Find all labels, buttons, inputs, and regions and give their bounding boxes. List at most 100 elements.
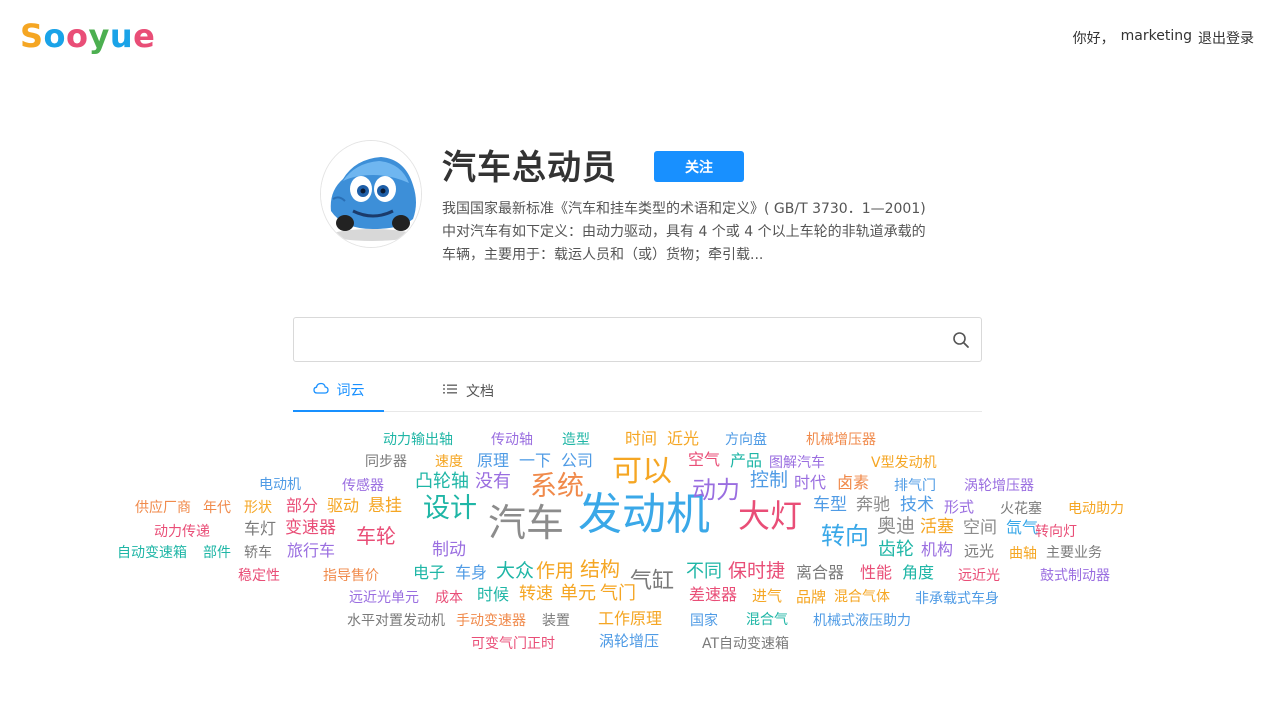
wordcloud-term[interactable]: 传动轴 (491, 433, 533, 447)
wordcloud-term[interactable]: 时候 (477, 587, 509, 603)
wordcloud-term[interactable]: 年代 (203, 501, 231, 515)
wordcloud-term[interactable]: 传感器 (342, 479, 384, 493)
wordcloud-term[interactable]: 轿车 (244, 546, 272, 560)
wordcloud-term[interactable]: 工作原理 (598, 611, 662, 627)
wordcloud-term[interactable]: 非承载式车身 (915, 592, 999, 606)
wordcloud-term[interactable]: 机械式液压助力 (813, 614, 911, 628)
wordcloud-term[interactable]: 活塞 (920, 519, 954, 536)
wordcloud-term[interactable]: 方向盘 (725, 433, 767, 447)
wordcloud-term[interactable]: 旅行车 (287, 543, 335, 559)
wordcloud-term[interactable]: 齿轮 (878, 541, 914, 559)
wordcloud-term[interactable]: 没有 (475, 473, 511, 491)
wordcloud-term[interactable]: 水平对置发动机 (347, 614, 445, 628)
wordcloud-term[interactable]: 公司 (561, 453, 593, 469)
wordcloud-term[interactable]: 单元 (560, 585, 596, 603)
wordcloud-term[interactable]: 涡轮增压 (599, 634, 659, 649)
wordcloud-term[interactable]: 性能 (860, 565, 892, 581)
wordcloud-term[interactable]: 排气门 (894, 479, 936, 493)
wordcloud-term[interactable]: 设计 (423, 495, 477, 522)
wordcloud-term[interactable]: 稳定性 (238, 569, 280, 583)
wordcloud-term[interactable]: 奥迪 (877, 517, 915, 536)
wordcloud-term[interactable]: 变速器 (285, 520, 336, 537)
wordcloud-term[interactable]: 技术 (900, 497, 934, 514)
wordcloud-term[interactable]: 作用 (536, 562, 574, 581)
wordcloud-term[interactable]: 角度 (902, 565, 934, 581)
wordcloud-term[interactable]: 气门 (600, 585, 636, 603)
wordcloud-term[interactable]: 悬挂 (368, 498, 402, 515)
wordcloud-term[interactable]: 涡轮增压器 (964, 479, 1034, 493)
wordcloud-term[interactable]: 汽车 (488, 504, 564, 542)
wordcloud-term[interactable]: 曲轴 (1009, 547, 1037, 561)
wordcloud-term[interactable]: 机械增压器 (806, 433, 876, 447)
wordcloud-term[interactable]: 车型 (813, 497, 847, 514)
search-input[interactable] (304, 318, 944, 361)
wordcloud-term[interactable]: 图解汽车 (769, 456, 825, 470)
wordcloud-term[interactable]: 转速 (519, 586, 553, 603)
wordcloud-term[interactable]: 时间 (625, 431, 657, 447)
wordcloud-term[interactable]: 电子 (413, 565, 445, 581)
tab-documents[interactable]: 文档 (433, 370, 503, 412)
wordcloud-term[interactable]: 部分 (286, 498, 318, 514)
wordcloud-term[interactable]: 形状 (244, 501, 272, 515)
wordcloud-term[interactable]: 电动机 (259, 478, 301, 492)
wordcloud-term[interactable]: 凸轮轴 (415, 473, 469, 491)
wordcloud-term[interactable]: 指导售价 (323, 569, 379, 583)
wordcloud-term[interactable]: 结构 (580, 559, 620, 579)
wordcloud-term[interactable]: 大灯 (738, 500, 802, 532)
wordcloud-term[interactable]: AT自动变速箱 (702, 637, 789, 651)
wordcloud-term[interactable]: 近光 (667, 431, 699, 447)
wordcloud-term[interactable]: 差速器 (689, 587, 737, 603)
wordcloud-term[interactable]: 大众 (496, 562, 534, 581)
wordcloud-term[interactable]: 动力输出轴 (383, 433, 453, 447)
search-icon[interactable] (951, 330, 971, 350)
wordcloud-term[interactable]: 保时捷 (728, 562, 785, 581)
wordcloud-term[interactable]: 供应厂商 (135, 501, 191, 515)
wordcloud-term[interactable]: 可以 (612, 457, 672, 487)
wordcloud-term[interactable]: 鼓式制动器 (1040, 569, 1110, 583)
wordcloud-term[interactable]: 转向灯 (1035, 525, 1077, 539)
wordcloud-term[interactable]: 空气 (688, 452, 720, 468)
wordcloud-term[interactable]: 进气 (752, 589, 782, 604)
wordcloud-term[interactable]: 动力传递 (154, 525, 210, 539)
wordcloud-term[interactable]: 车轮 (356, 526, 396, 546)
wordcloud-term[interactable]: 气缸 (630, 571, 674, 593)
wordcloud-term[interactable]: 成本 (435, 591, 463, 605)
wordcloud-term[interactable]: 自动变速箱 (117, 546, 187, 560)
wordcloud-term[interactable]: 远近光 (958, 569, 1000, 583)
wordcloud-term[interactable]: 装置 (542, 614, 570, 628)
wordcloud-term[interactable]: 制动 (432, 542, 466, 559)
logout-link[interactable]: 退出登录 (1198, 28, 1254, 48)
wordcloud-term[interactable]: 不同 (686, 563, 722, 581)
wordcloud-term[interactable]: 原理 (477, 453, 509, 469)
wordcloud-term[interactable]: 造型 (562, 433, 590, 447)
wordcloud-term[interactable]: 主要业务 (1046, 546, 1102, 560)
tab-wordcloud[interactable]: 词云 (293, 370, 384, 412)
wordcloud-term[interactable]: 车身 (455, 565, 487, 581)
wordcloud-term[interactable]: 驱动 (327, 498, 359, 514)
wordcloud-term[interactable]: 手动变速器 (456, 614, 526, 628)
wordcloud-term[interactable]: 形式 (944, 500, 974, 515)
wordcloud-term[interactable]: V型发动机 (871, 456, 937, 470)
wordcloud-term[interactable]: 远光 (964, 544, 994, 559)
wordcloud-term[interactable]: 动力 (692, 478, 740, 502)
wordcloud-term[interactable]: 系统 (530, 473, 584, 500)
wordcloud-term[interactable]: 火花塞 (1000, 502, 1042, 516)
wordcloud-term[interactable]: 远近光单元 (349, 591, 419, 605)
wordcloud-term[interactable]: 车灯 (244, 521, 276, 537)
wordcloud-term[interactable]: 氙气 (1006, 520, 1038, 536)
wordcloud-term[interactable]: 产品 (730, 453, 762, 469)
wordcloud-term[interactable]: 品牌 (796, 590, 826, 605)
wordcloud-term[interactable]: 转向 (821, 524, 869, 548)
wordcloud-term[interactable]: 部件 (203, 546, 231, 560)
wordcloud-term[interactable]: 时代 (794, 475, 826, 491)
wordcloud-term[interactable]: 卤素 (837, 475, 869, 491)
wordcloud-term[interactable]: 国家 (690, 614, 718, 628)
wordcloud-term[interactable]: 空间 (963, 520, 997, 537)
wordcloud-term[interactable]: 速度 (435, 455, 463, 469)
wordcloud-term[interactable]: 混合气 (746, 613, 788, 627)
wordcloud-term[interactable]: 机构 (921, 542, 953, 558)
wordcloud-term[interactable]: 同步器 (365, 455, 407, 469)
wordcloud-term[interactable]: 离合器 (796, 565, 844, 581)
wordcloud-term[interactable]: 混合气体 (834, 590, 890, 604)
wordcloud-term[interactable]: 一下 (519, 453, 551, 469)
